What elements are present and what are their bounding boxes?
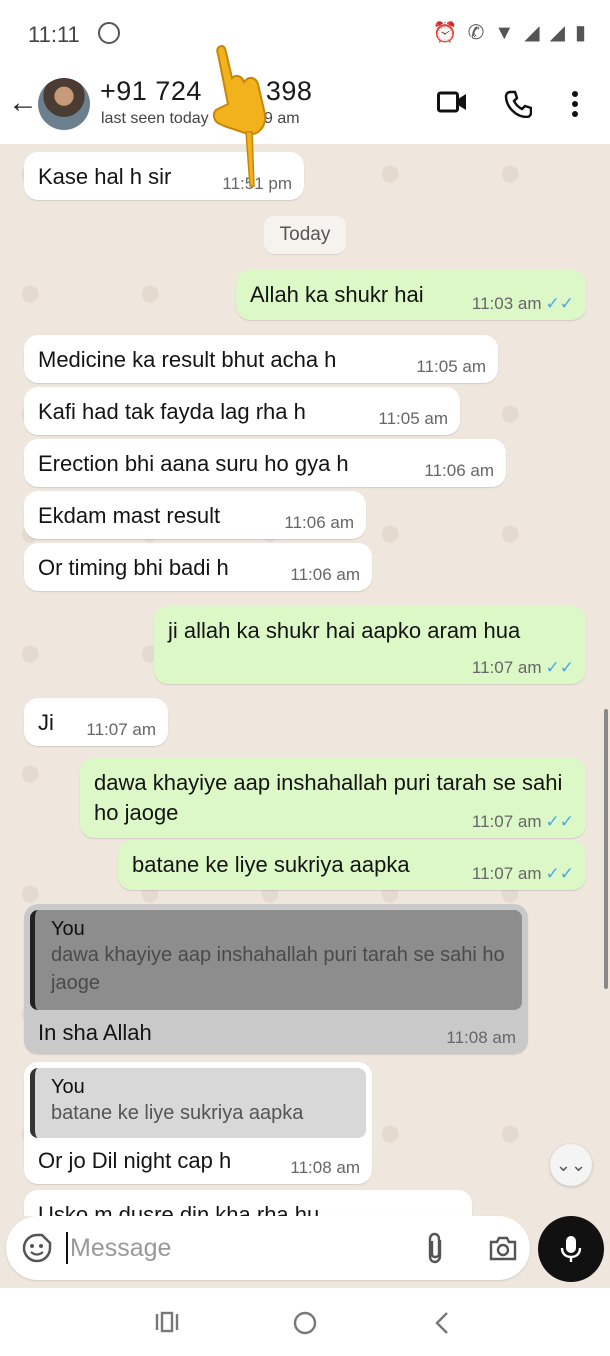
battery-icon: ▮ xyxy=(574,22,586,44)
video-call-icon[interactable] xyxy=(437,90,467,114)
composer xyxy=(0,1216,610,1288)
camera-icon[interactable] xyxy=(488,1234,518,1262)
message-time: 11:08 am xyxy=(290,1158,360,1177)
message-time: 11:07 am xyxy=(86,720,156,739)
contact-name[interactable]: +91 724 398 xyxy=(100,76,312,107)
emoji-sticker-icon[interactable] xyxy=(22,1233,52,1263)
message-text: In sha Allah xyxy=(38,1020,152,1045)
message-incoming[interactable]: Ekdam mast result 11:06 am xyxy=(24,491,366,539)
message-incoming-reply[interactable]: You batane ke liye sukriya aapka Or jo D… xyxy=(24,1062,372,1184)
wifi-icon: ▼ xyxy=(494,22,515,44)
message-text: Ekdam mast result xyxy=(38,503,221,528)
quote-author: You xyxy=(51,1076,85,1098)
message-incoming[interactable]: Or timing bhi badi h 11:06 am xyxy=(24,543,372,591)
status-time: 11:11 xyxy=(28,22,80,47)
message-time: 11:07 am ✓✓ xyxy=(471,658,575,677)
text-caret xyxy=(66,1232,68,1264)
message-text: Allah ka shukr hai xyxy=(250,282,424,307)
message-input-box[interactable] xyxy=(6,1216,530,1280)
status-icons: ⏰ ✆ ▼ ◢ ◢ ▮ xyxy=(433,22,586,44)
avatar[interactable] xyxy=(38,78,90,130)
microphone-icon xyxy=(560,1236,582,1262)
message-incoming[interactable]: Medicine ka result bhut acha h 11:05 am xyxy=(24,335,498,383)
read-ticks-icon: ✓✓ xyxy=(545,294,575,313)
message-text: ji allah ka shukr hai aapko aram hua xyxy=(168,618,521,643)
message-text: Medicine ka result bhut acha h xyxy=(38,347,337,372)
double-chevron-down-icon: ⌄⌄ xyxy=(555,1154,587,1175)
message-text: Erection bhi aana suru ho gya h xyxy=(38,451,349,476)
quoted-message[interactable]: You batane ke liye sukriya aapka xyxy=(30,1068,366,1138)
message-time: 11:07 am ✓✓ xyxy=(471,864,575,883)
message-text: Usko m dusre din kha rha hu xyxy=(38,1202,320,1216)
message-outgoing[interactable]: batane ke liye sukriya aapka 11:07 am ✓✓ xyxy=(118,840,586,890)
message-time: 11:06 am xyxy=(290,565,360,584)
voice-call-icon[interactable] xyxy=(504,90,532,118)
message-text: Or jo Dil night cap h xyxy=(38,1148,232,1173)
message-outgoing[interactable]: dawa khayiye aap inshahallah puri tarah … xyxy=(80,758,586,838)
message-text: batane ke liye sukriya aapka xyxy=(132,852,410,877)
alarm-icon: ⏰ xyxy=(432,22,458,44)
message-time: 11:07 am ✓✓ xyxy=(471,812,575,831)
pointing-hand-icon xyxy=(212,44,266,187)
message-time: 11:06 am xyxy=(424,461,494,480)
message-time: 11:03 am ✓✓ xyxy=(471,294,575,313)
message-time: 11:05 am xyxy=(416,357,486,376)
back-arrow-icon[interactable]: ← xyxy=(8,88,38,118)
quoted-message[interactable]: You dawa khayiye aap inshahallah puri ta… xyxy=(30,910,522,1010)
message-text: Ji xyxy=(38,710,54,735)
attach-paperclip-icon[interactable] xyxy=(424,1232,446,1264)
chat-area[interactable]: Kase hal h sir 11:51 pm Today Allah ka s… xyxy=(0,144,610,1216)
scrollbar[interactable] xyxy=(604,709,608,989)
contact-name-prefix: +91 724 xyxy=(100,76,202,106)
system-navigation-bar xyxy=(0,1288,610,1356)
message-time: 11:08 am xyxy=(446,1028,516,1047)
message-text: Or timing bhi badi h xyxy=(38,555,229,580)
message-incoming[interactable]: Kafi had tak fayda lag rha h 11:05 am xyxy=(24,387,460,435)
contact-name-suffix: 398 xyxy=(265,76,313,106)
whatsapp-notification-icon xyxy=(98,22,120,44)
quote-text: batane ke liye sukriya aapka xyxy=(51,1102,304,1124)
message-time: 11:06 am xyxy=(284,513,354,532)
scroll-to-bottom-button[interactable]: ⌄⌄ xyxy=(550,1144,592,1186)
signal-2-icon: ◢ xyxy=(549,22,565,44)
message-incoming[interactable]: Usko m dusre din kha rha hu xyxy=(24,1190,472,1216)
back-nav-icon[interactable] xyxy=(432,1310,452,1336)
read-ticks-icon: ✓✓ xyxy=(545,658,575,677)
home-icon[interactable] xyxy=(292,1310,318,1336)
message-outgoing[interactable]: Allah ka shukr hai 11:03 am ✓✓ xyxy=(236,270,586,320)
last-seen-prefix: last seen today xyxy=(101,110,209,127)
quote-text: dawa khayiye aap inshahallah puri tarah … xyxy=(51,944,505,994)
message-input[interactable] xyxy=(70,1230,400,1266)
message-incoming-reply[interactable]: You dawa khayiye aap inshahallah puri ta… xyxy=(24,904,528,1054)
read-ticks-icon: ✓✓ xyxy=(545,864,575,883)
message-text: Kafi had tak fayda lag rha h xyxy=(38,399,306,424)
message-incoming[interactable]: Ji 11:07 am xyxy=(24,698,168,746)
message-time: 11:05 am xyxy=(378,409,448,428)
quote-author: You xyxy=(51,918,85,940)
message-outgoing[interactable]: ji allah ka shukr hai aapko aram hua 11:… xyxy=(154,606,586,684)
date-chip: Today xyxy=(264,216,346,254)
signal-icon: ◢ xyxy=(524,22,540,44)
more-options-icon[interactable] xyxy=(570,90,580,118)
voice-message-button[interactable] xyxy=(538,1216,604,1282)
message-text: Kase hal h sir xyxy=(38,164,172,189)
read-ticks-icon: ✓✓ xyxy=(545,812,575,831)
wifi-call-icon: ✆ xyxy=(467,22,485,44)
message-incoming[interactable]: Erection bhi aana suru ho gya h 11:06 am xyxy=(24,439,506,487)
recent-apps-icon[interactable] xyxy=(154,1310,180,1334)
chat-header: ← +91 724 398 last seen today:09 am xyxy=(0,66,610,144)
status-bar: 11:11 ⏰ ✆ ▼ ◢ ◢ ▮ xyxy=(0,0,610,66)
